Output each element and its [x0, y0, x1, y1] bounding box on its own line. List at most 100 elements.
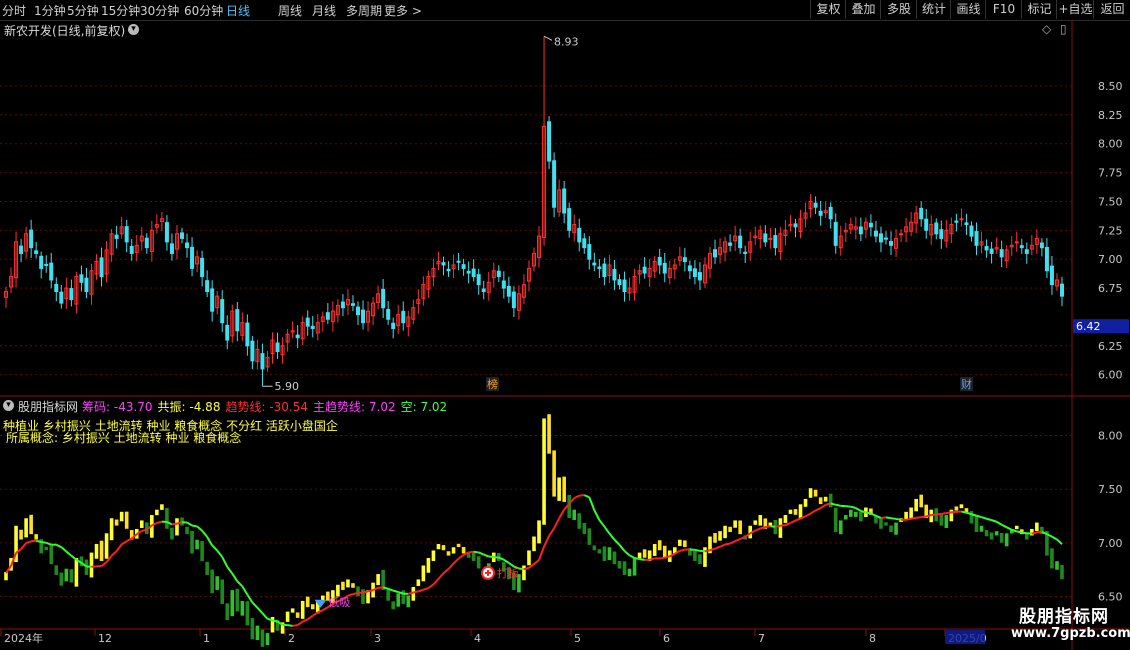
signal-board-label: 打板 [497, 566, 519, 580]
period-1[interactable]: 1分钟 [34, 2, 66, 19]
toolbar-button-0[interactable]: 复权 [810, 0, 846, 19]
ind-bar-31 [160, 504, 164, 510]
ma-seg-161 [810, 509, 817, 515]
ma-seg-108 [543, 535, 550, 547]
ma-seg-58 [292, 624, 298, 627]
x-label-5: 4 [474, 632, 481, 645]
ind-bar-162 [818, 497, 823, 505]
toolbar-button-3[interactable]: 统计 [916, 0, 951, 19]
ma-seg-164 [825, 502, 831, 506]
candle-body-90 [456, 260, 461, 263]
period-10[interactable]: 更多 > [384, 2, 422, 19]
ind-bar-84 [426, 557, 431, 573]
x-label-7: 6 [663, 632, 670, 645]
grid-lines [0, 20, 1130, 650]
ind-bar-111 [562, 476, 566, 502]
window-icon[interactable]: ▯ [1060, 22, 1067, 36]
x-label-6: 5 [574, 632, 581, 645]
ma-seg-210 [1056, 538, 1063, 545]
ma-seg-93 [468, 550, 474, 554]
ma-seg-117 [588, 496, 596, 511]
ind-bar-59 [300, 600, 305, 619]
main-y-tick-3: 7.75 [1098, 167, 1123, 180]
ind-bar-3 [19, 529, 23, 540]
ind-bar-47 [240, 600, 245, 616]
candle-body-162 [818, 210, 823, 216]
kline-chart[interactable]: 8.50 8.25 8.00 7.75 7.50 7.25 7.00 6.75 6.25 6.00… [0, 20, 1130, 650]
candle-body-95 [481, 288, 486, 293]
toolbar-button-8[interactable]: 返回 [1093, 0, 1130, 19]
ind-bar-208 [1050, 548, 1054, 569]
candle-body-121 [612, 269, 617, 281]
period-8[interactable]: 月线 [312, 2, 336, 19]
ma-seg-24 [121, 540, 128, 546]
x-label-1: 12 [98, 632, 112, 645]
ind-bar-182 [919, 494, 923, 508]
ma-seg-187 [941, 512, 947, 515]
period-0[interactable]: 分时 [2, 2, 26, 19]
ind-bar-114 [577, 513, 582, 529]
period-6[interactable]: 日线 [226, 2, 250, 19]
candle-body-75 [381, 288, 386, 309]
ma-seg-131 [659, 556, 665, 560]
diamond-icon[interactable]: ◇ [1042, 22, 1051, 36]
toolbar-button-6[interactable]: 标记 [1021, 0, 1057, 19]
ind-bar-146 [738, 520, 742, 535]
toolbar-button-5[interactable]: F10 [985, 0, 1022, 19]
ind-bar-204 [1030, 529, 1034, 536]
toolbar-button-1[interactable]: 叠加 [845, 0, 881, 19]
ma-seg-144 [724, 542, 731, 546]
candle-body-99 [501, 280, 506, 289]
collapse-icon[interactable]: ▾ [128, 24, 139, 35]
candle-body-35 [180, 232, 184, 239]
ind-bar-33 [170, 527, 174, 540]
period-2[interactable]: 5分钟 [67, 2, 99, 19]
candle-body-147 [743, 251, 748, 254]
indicator-value-2: 趋势线: -30.54 [225, 400, 309, 414]
ma-seg-71 [357, 591, 364, 594]
ind-bar-34 [175, 518, 179, 536]
candle-body-93 [471, 268, 476, 278]
ind-bar-154 [778, 518, 783, 538]
ma-seg-73 [367, 589, 374, 593]
period-5[interactable]: 60分钟 [184, 2, 223, 19]
ind-bar-85 [431, 550, 436, 562]
ind-bar-176 [889, 525, 893, 532]
watermark-url: www.7gpzb.com [1011, 626, 1130, 641]
ma-seg-145 [729, 540, 736, 545]
ma-seg-200 [1006, 526, 1013, 531]
ind-bar-56 [285, 611, 290, 622]
ma-seg-123 [618, 544, 626, 552]
indicator-name[interactable]: 股朋指标网 [18, 398, 78, 415]
toolbar-button-7[interactable]: +自选 [1056, 0, 1094, 19]
ma-seg-95 [478, 551, 485, 556]
ma-seg-195 [981, 516, 987, 520]
toolbar-button-4[interactable]: 画线 [950, 0, 986, 19]
ma-seg-140 [704, 549, 711, 553]
ma-seg-107 [538, 546, 545, 561]
indicator-menu-icon[interactable]: ▾ [3, 400, 14, 411]
ind-bar-150 [758, 515, 763, 526]
ind-bar-24 [124, 511, 129, 529]
candle-body-94 [476, 274, 481, 286]
ind-bar-19 [99, 540, 104, 561]
indicator-values: 筹码: -43.70 共振: -4.88 趋势线: -30.54 主趋势线: 7.02… [82, 398, 452, 415]
period-3[interactable]: 15分钟 [101, 2, 140, 19]
period-9[interactable]: 多周期 [346, 2, 382, 19]
ma-seg-180 [905, 517, 912, 521]
candle-body-58 [295, 334, 300, 339]
period-7[interactable]: 周线 [278, 2, 302, 19]
candle-body-64 [325, 312, 330, 320]
ma-seg-44 [221, 556, 229, 568]
toolbar-button-2[interactable]: 多股 [880, 0, 917, 19]
ma-seg-14 [70, 554, 78, 561]
ma-seg-122 [613, 539, 621, 546]
ind-bar-45 [230, 590, 235, 617]
ma-seg-6 [31, 539, 37, 543]
period-4[interactable]: 30分钟 [140, 2, 179, 19]
ma-seg-163 [820, 503, 827, 510]
ma-seg-12 [60, 546, 67, 553]
candle-body-46 [235, 309, 240, 332]
ma-seg-158 [795, 517, 801, 522]
ind-bar-113 [572, 509, 577, 520]
